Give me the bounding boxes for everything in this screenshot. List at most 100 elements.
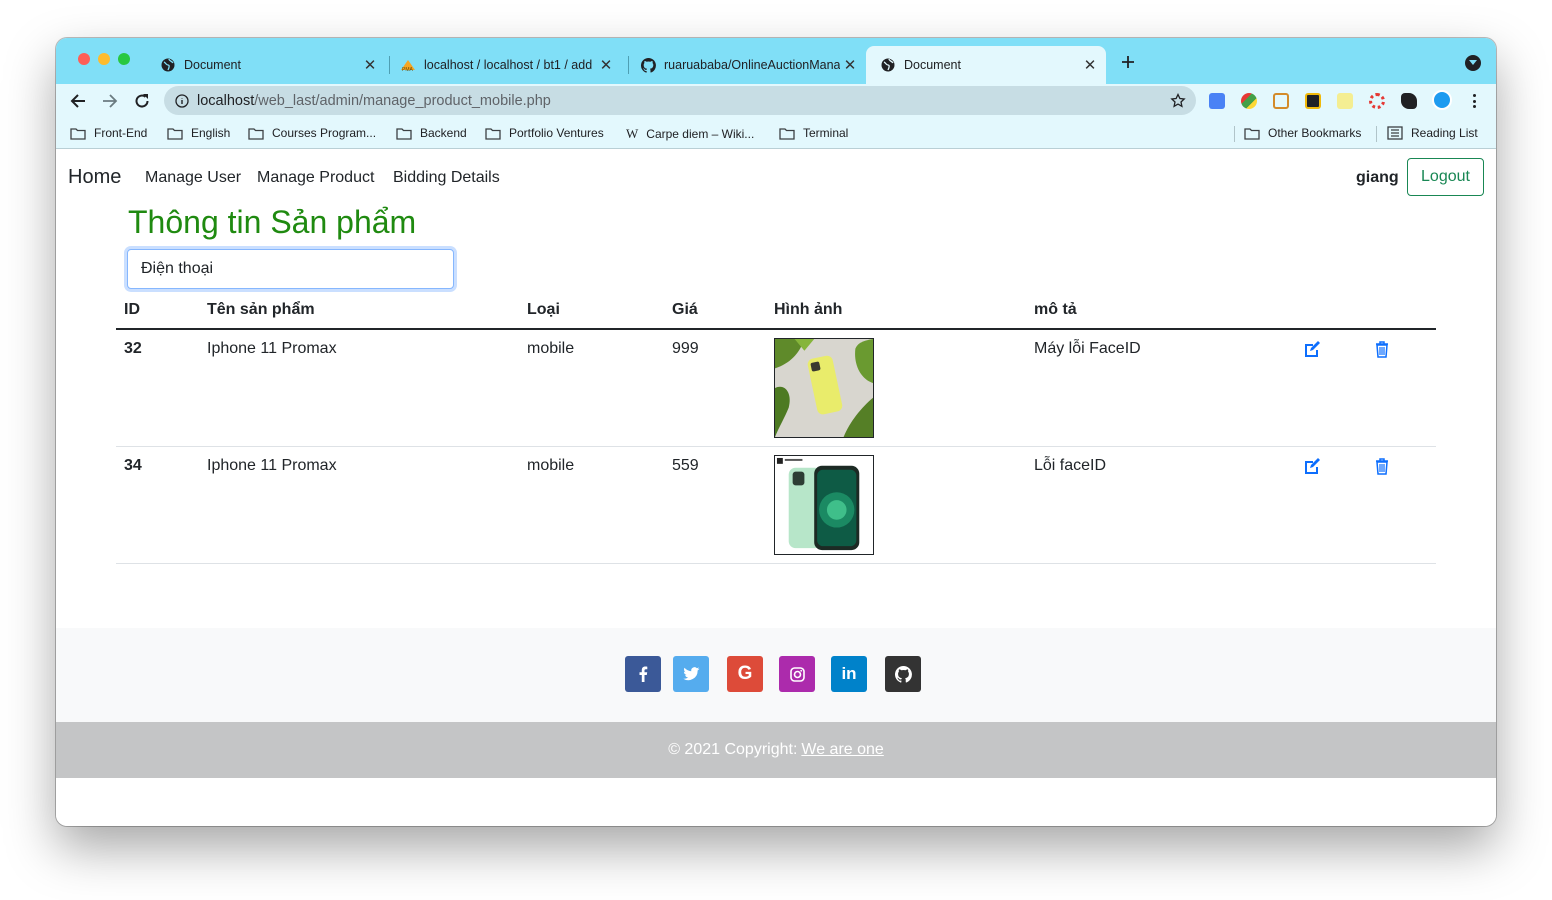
bookmark-portfolio[interactable]: Portfolio Ventures xyxy=(485,126,604,140)
copyright-text: © 2021 Copyright: xyxy=(668,741,798,758)
browser-window: Document ✕ PMA localhost / localhost / b… xyxy=(56,38,1496,826)
new-tab-button[interactable] xyxy=(1118,52,1138,72)
github-icon xyxy=(640,57,656,73)
bookmark-backend[interactable]: Backend xyxy=(396,126,467,140)
bookmark-terminal[interactable]: Terminal xyxy=(779,126,848,140)
linkedin-button[interactable]: in xyxy=(831,656,867,692)
binance-extension-icon[interactable] xyxy=(1305,93,1321,109)
site-navbar: Home Manage User Manage Product Bidding … xyxy=(56,149,1496,205)
nav-manage-product[interactable]: Manage Product xyxy=(257,169,374,187)
cell-edit xyxy=(1296,446,1367,564)
reading-list-icon xyxy=(1387,126,1403,140)
phpmyadmin-icon: PMA xyxy=(400,57,416,73)
tab-document-active[interactable]: Document ✕ xyxy=(866,46,1106,84)
folder-icon xyxy=(248,127,264,140)
table-row: 34 Iphone 11 Promax mobile 559 Lỗi faceI… xyxy=(116,446,1436,564)
puzzle-extensions-icon[interactable] xyxy=(1401,93,1417,109)
twitter-icon xyxy=(682,667,699,681)
folder-icon xyxy=(779,127,795,140)
logout-button[interactable]: Logout xyxy=(1407,158,1484,196)
reload-button[interactable] xyxy=(129,88,155,114)
trash-icon[interactable] xyxy=(1375,458,1389,480)
nav-home-link[interactable]: Home xyxy=(68,166,121,189)
search-input[interactable] xyxy=(127,249,454,289)
tab-document-1[interactable]: Document ✕ xyxy=(146,46,386,84)
bookmark-label: Portfolio Ventures xyxy=(509,126,604,140)
edit-icon[interactable] xyxy=(1304,341,1321,362)
nav-manage-user[interactable]: Manage User xyxy=(145,169,241,187)
cell-image xyxy=(766,446,1026,564)
copyright-link[interactable]: We are one xyxy=(801,741,883,759)
column-header-id: ID xyxy=(116,291,199,330)
reading-list-button[interactable]: Reading List xyxy=(1387,126,1478,140)
tab-strip: Document ✕ PMA localhost / localhost / b… xyxy=(56,38,1496,84)
reload-icon xyxy=(135,94,149,108)
tab-phpmyadmin[interactable]: PMA localhost / localhost / bt1 / add ✕ xyxy=(386,46,626,84)
address-bar[interactable]: localhost/web_last/admin/manage_product_… xyxy=(164,86,1196,115)
bookmark-label: Carpe diem – Wiki... xyxy=(646,127,755,141)
tool-extension-icon[interactable] xyxy=(1273,93,1289,109)
current-username: giang xyxy=(1356,169,1399,186)
twitter-button[interactable] xyxy=(673,656,709,692)
tab-title: Document xyxy=(904,58,961,72)
url-path: /web_last/admin/manage_product_mobile.ph… xyxy=(254,92,551,109)
bookmark-star-icon[interactable] xyxy=(1170,93,1186,109)
cell-edit xyxy=(1296,329,1367,447)
linkedin-icon: in xyxy=(841,664,857,683)
zoom-window-button[interactable] xyxy=(118,53,130,65)
instagram-button[interactable] xyxy=(779,656,815,692)
folder-icon xyxy=(396,127,412,140)
bookmark-courses[interactable]: Courses Program... xyxy=(248,126,376,140)
info-icon[interactable] xyxy=(175,93,189,108)
close-tab-icon[interactable]: ✕ xyxy=(1080,56,1100,74)
folder-icon xyxy=(485,127,501,140)
profile-avatar-icon[interactable] xyxy=(1432,90,1452,110)
column-header-price: Giá xyxy=(664,291,766,330)
cell-description: Lỗi faceID xyxy=(1026,446,1296,564)
column-header-type: Loại xyxy=(519,291,664,330)
bookmarks-divider xyxy=(1376,126,1377,142)
close-tab-icon[interactable]: ✕ xyxy=(840,56,860,74)
translate-extension-icon[interactable] xyxy=(1209,93,1225,109)
close-window-button[interactable] xyxy=(78,53,90,65)
tab-title: Document xyxy=(184,58,241,72)
colorful-extension-icon[interactable] xyxy=(1241,93,1257,109)
close-tab-icon[interactable]: ✕ xyxy=(596,56,616,74)
url-text: localhost/web_last/admin/manage_product_… xyxy=(197,93,551,109)
bookmark-wikipedia[interactable]: W Carpe diem – Wiki... xyxy=(626,126,754,142)
close-tab-icon[interactable]: ✕ xyxy=(360,56,380,74)
minimize-window-button[interactable] xyxy=(98,53,110,65)
cell-id: 34 xyxy=(116,446,199,564)
copyright-footer: © 2021 Copyright: We are one xyxy=(56,722,1496,778)
red-extension-icon[interactable] xyxy=(1369,93,1385,109)
google-button[interactable]: G xyxy=(727,656,763,692)
bookmark-front-end[interactable]: Front-End xyxy=(70,126,147,140)
edit-icon[interactable] xyxy=(1304,458,1321,479)
cell-id: 32 xyxy=(116,329,199,447)
wikipedia-icon: W xyxy=(626,126,639,141)
cell-type: mobile xyxy=(519,446,664,564)
tab-github[interactable]: ruaruababa/OnlineAuctionMana ✕ xyxy=(626,46,866,84)
trash-icon[interactable] xyxy=(1375,341,1389,363)
browser-toolbar: localhost/web_last/admin/manage_product_… xyxy=(56,84,1496,118)
cell-price: 559 xyxy=(664,446,766,564)
table-row: 32 Iphone 11 Promax mobile 999 Máy lỗi F… xyxy=(116,329,1436,447)
folder-icon xyxy=(70,127,86,140)
tab-title: ruaruababa/OnlineAuctionMana xyxy=(664,58,840,72)
page-content: Home Manage User Manage Product Bidding … xyxy=(56,149,1496,826)
browser-menu-button[interactable] xyxy=(1468,92,1480,110)
forward-button[interactable] xyxy=(97,88,123,114)
bookmark-label: Backend xyxy=(420,126,467,140)
tab-title: localhost / localhost / bt1 / add xyxy=(424,58,593,72)
arrow-right-icon xyxy=(103,94,118,108)
product-image-yellow-iphone xyxy=(774,338,874,438)
nav-bidding-details[interactable]: Bidding Details xyxy=(393,169,500,187)
github-button[interactable] xyxy=(885,656,921,692)
bookmark-other[interactable]: Other Bookmarks xyxy=(1244,126,1361,140)
back-button[interactable] xyxy=(65,88,91,114)
tab-search-button[interactable] xyxy=(1465,55,1481,71)
bookmark-english[interactable]: English xyxy=(167,126,230,140)
bookmarks-divider xyxy=(1234,126,1235,142)
note-extension-icon[interactable] xyxy=(1337,93,1353,109)
facebook-button[interactable] xyxy=(625,656,661,692)
